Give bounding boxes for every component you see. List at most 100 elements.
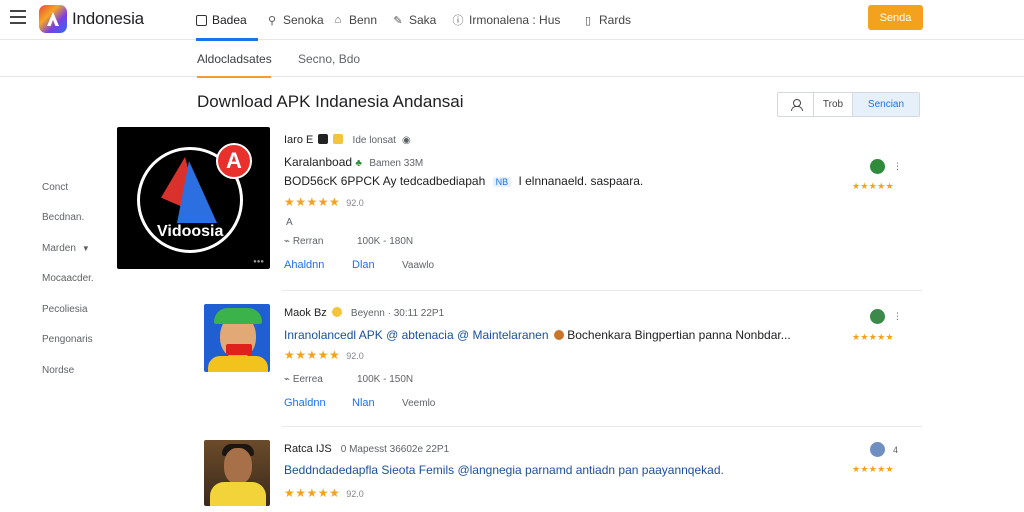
rating-number: 92.0 xyxy=(346,198,364,208)
app-thumbnail[interactable] xyxy=(204,440,270,506)
nav-label: Rards xyxy=(599,13,632,27)
app-link-plan[interactable]: Nlan xyxy=(352,397,375,409)
sidebar-item-conct[interactable]: Conct xyxy=(42,172,122,203)
app-description-text: BOD56cK 6PPCK Ay tedcadbediapah xyxy=(284,174,486,188)
sub-tabs: Aldocladsates Secno, Bdo xyxy=(0,41,1024,78)
cta-button[interactable]: Senda xyxy=(868,5,923,30)
menu-icon[interactable] xyxy=(10,10,26,24)
info-icon: ⓘ xyxy=(452,15,464,27)
app-title-line: Beddndadedapfla Sieota Femils @langnegia… xyxy=(284,463,724,477)
coin-icon xyxy=(331,307,342,317)
emoji-icon xyxy=(553,330,564,340)
app-meta-label: Eerrea xyxy=(292,374,323,385)
box-icon xyxy=(196,14,207,26)
app-view-label[interactable]: Vaawlo xyxy=(402,260,434,271)
app-author: Ratca IJS xyxy=(284,443,332,455)
sidebar-item-label: Becdnan. xyxy=(42,212,85,224)
sidebar-item-label: Conct xyxy=(42,181,69,193)
app-author: Iaro E xyxy=(284,134,314,146)
nav-label: Saka xyxy=(409,13,437,27)
sidebar-item-label: Pecoliesia xyxy=(42,303,88,315)
main-nav: Badea ⚲ Senoka ⌂ Benn ✎ Saka ⓘ Irmonalen… xyxy=(196,0,642,41)
app-rating: ★★★★★ 92.0 xyxy=(284,195,364,209)
trob-button[interactable]: Trob xyxy=(814,93,853,116)
app-rating: ★★★★★ 92.0 xyxy=(284,486,364,500)
coin-icon xyxy=(333,134,344,144)
extra-icon: A xyxy=(286,217,293,228)
app-thumbnail[interactable] xyxy=(204,304,270,372)
rating-number: 92.0 xyxy=(346,351,364,361)
nav-item-rards[interactable]: ▯ Rards xyxy=(582,0,642,40)
avatar[interactable] xyxy=(870,159,885,174)
app-header-meta: Ide lonsat xyxy=(352,135,396,146)
rating-number: 92.0 xyxy=(346,489,364,499)
more-icon[interactable]: ⋮ xyxy=(893,161,902,172)
app-right-controls: ⋮ xyxy=(870,159,902,174)
app-header: Ratca IJS 0 Mapesst 36602e 22P1 xyxy=(284,443,449,455)
app-link-plan[interactable]: Dlan xyxy=(352,259,375,271)
app-title[interactable]: Inranolancedl APK @ abtenacia @ Maintela… xyxy=(284,328,549,342)
user-view-button[interactable] xyxy=(778,93,814,116)
app-meta-left: ⌁ Eerrea xyxy=(284,374,323,385)
page-title: Download APK Indanesia Andansai xyxy=(197,92,464,111)
app-rating: ★★★★★ 92.0 xyxy=(284,348,364,362)
app-header-meta: 0 Mapesst 36602e 22P1 xyxy=(340,444,450,455)
brand-logo-icon[interactable] xyxy=(39,5,67,33)
sencian-button[interactable]: Sencian xyxy=(853,93,919,116)
nav-item-senoka[interactable]: ⚲ Senoka xyxy=(258,0,332,40)
app-header: Iaro E Ide lonsat ◉ xyxy=(284,134,411,146)
tab-aldocladsates[interactable]: Aldocladsates xyxy=(197,41,272,78)
right-star-rating-icon: ★★★★★ xyxy=(852,464,894,474)
nav-item-benn[interactable]: ⌂ Benn xyxy=(332,0,392,40)
app-title-line: Karalanboad ♣ Bamen 33M xyxy=(284,155,423,169)
thumbnail-mouth xyxy=(226,344,252,355)
nav-label: Irmonalena : Hus xyxy=(469,13,561,27)
sidebar-item-label: Pengonaris xyxy=(42,334,93,346)
card-divider xyxy=(282,290,922,291)
desc-chip[interactable]: NB xyxy=(492,177,512,187)
avatar[interactable] xyxy=(870,442,885,457)
app-view-label[interactable]: Veemlo xyxy=(402,398,435,409)
avatar[interactable] xyxy=(870,309,885,324)
black-badge-icon xyxy=(318,134,329,144)
star-rating-icon: ★★★★★ xyxy=(284,486,341,500)
sidebar-item-nordse[interactable]: Nordse xyxy=(42,355,122,386)
bell-icon: ⌂ xyxy=(334,14,342,26)
app-downloads: 100K - 150N xyxy=(357,374,414,385)
sidebar-item-mocaacder[interactable]: Mocaacder. xyxy=(42,264,122,295)
app-header: Maok Bz Beyenn · 30:11 22P1 xyxy=(284,307,444,319)
sidebar-item-label: Nordse xyxy=(42,364,75,376)
sidebar-item-label: Marden xyxy=(42,242,76,254)
pencil-icon: ✎ xyxy=(393,14,403,27)
sidebar-item-marden[interactable]: Marden ▼ xyxy=(42,233,122,264)
nav-item-badea[interactable]: Badea xyxy=(196,0,258,41)
nav-item-irmonalena[interactable]: ⓘ Irmonalena : Hus xyxy=(452,0,582,40)
more-icon[interactable]: ⋮ xyxy=(893,311,902,322)
nav-item-saka[interactable]: ✎ Saka xyxy=(392,0,452,40)
chevron-down-icon: ▼ xyxy=(81,243,90,253)
top-bar: Indonesia Badea ⚲ Senoka ⌂ Benn ✎ Saka ⓘ… xyxy=(0,0,1024,41)
brand-name[interactable]: Indonesia xyxy=(72,9,144,29)
link-icon: ⌁ xyxy=(284,374,291,385)
view-toggle-group: Trob Sencian xyxy=(777,92,920,117)
right-star-rating-icon: ★★★★★ xyxy=(852,181,894,191)
app-description: BOD56cK 6PPCK Ay tedcadbediapah NB I eln… xyxy=(284,174,643,188)
app-link-download[interactable]: Ghaldnn xyxy=(284,397,326,409)
tab-secno[interactable]: Secno, Bdo xyxy=(298,41,368,77)
sidebar-item-pengonaris[interactable]: Pengonaris xyxy=(42,325,122,356)
user-icon xyxy=(790,99,803,111)
sidebar-item-pecoliesia[interactable]: Pecoliesia xyxy=(42,294,122,325)
sidebar-item-becdnan[interactable]: Becdnan. xyxy=(42,203,122,234)
thumbnail-face xyxy=(224,448,252,484)
verified-icon: ◉ xyxy=(401,135,411,146)
app-thumbnail[interactable]: A Vidoosia ●●● xyxy=(117,127,270,269)
app-link-download[interactable]: Ahaldnn xyxy=(284,259,324,271)
more-icon[interactable]: 4 xyxy=(893,445,898,455)
star-rating-icon: ★★★★★ xyxy=(284,348,341,362)
app-meta-label: Rerran xyxy=(292,236,324,247)
app-size: Bamen 33M xyxy=(369,158,424,169)
app-title[interactable]: Beddndadedapfla Sieota Femils @langnegia… xyxy=(284,463,724,477)
app-title: Karalanboad xyxy=(284,155,353,169)
app-downloads: 100K - 180N xyxy=(357,236,414,247)
tag-icon: ⚲ xyxy=(267,14,277,27)
